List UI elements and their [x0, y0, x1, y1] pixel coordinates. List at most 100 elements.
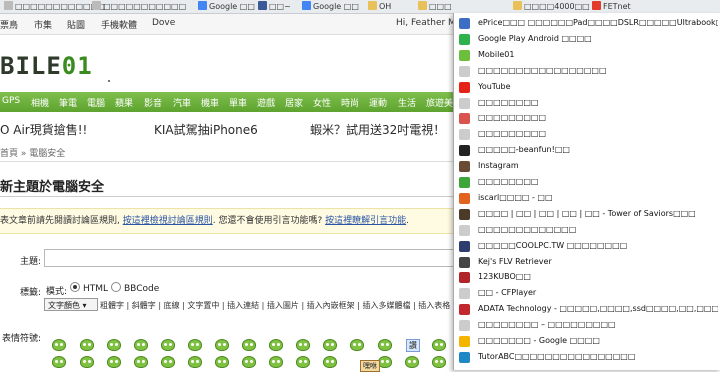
emoticons-label: 表情符號:	[2, 334, 42, 344]
dropdown-item-label: ePrice□□□ □□□□□□Pad□□□□DSLR□□□□□Ultraboo…	[478, 18, 718, 27]
emoticon-icon[interactable]	[242, 356, 256, 368]
subject-input[interactable]	[44, 249, 455, 267]
category-link[interactable]: 筆電	[59, 96, 77, 109]
category-link[interactable]: 蘋果	[115, 96, 133, 109]
emoticon-icon[interactable]	[161, 339, 175, 351]
emoticon-icon[interactable]	[107, 339, 121, 351]
emoticon-icon[interactable]	[188, 356, 202, 368]
category-link[interactable]: 單車	[229, 96, 247, 109]
category-link[interactable]: 時尚	[341, 96, 359, 109]
format-toolbar[interactable]: 粗體字 | 斜體字 | 底線 | 文字置中 | 插入連結 | 插入圖片 | 插入…	[100, 300, 456, 311]
dropdown-item-label: Kej's FLV Retriever	[478, 256, 552, 266]
emoticon-icon[interactable]	[52, 339, 66, 351]
emoticon-icon[interactable]	[323, 339, 337, 351]
bbcode-radio[interactable]	[111, 282, 121, 292]
adata-icon	[459, 304, 470, 316]
category-link[interactable]: 居家	[285, 96, 303, 109]
youtube-icon	[459, 81, 470, 93]
topnav-item[interactable]: 票鳥	[0, 18, 18, 31]
category-link[interactable]: 電腦	[87, 96, 105, 109]
category-link[interactable]: 影音	[144, 96, 162, 109]
bookmark-item[interactable]: □□□□□□□□□□□	[92, 1, 186, 12]
bookmark-item[interactable]: OH	[368, 1, 391, 12]
emoticon-icon[interactable]	[269, 356, 283, 368]
page-icon	[92, 1, 101, 10]
emoticon-icon[interactable]	[80, 356, 94, 368]
emoticon-icon[interactable]	[296, 339, 310, 351]
notice-text: . 您還不會使用引言功能嗎?	[212, 216, 326, 226]
category-link[interactable]: 旅遊美	[426, 96, 453, 109]
topnav-item[interactable]: 貼圖	[67, 18, 85, 31]
category-link[interactable]: 女性	[313, 96, 331, 109]
dropdown-item-label: 123KUBO□□	[478, 272, 531, 282]
bookmark-item[interactable]: □□□□□□□□□□□□	[4, 1, 106, 12]
html-radio[interactable]	[70, 282, 80, 292]
promo-link[interactable]: KIA試駕抽iPhone6	[154, 121, 258, 138]
emoticon-tag[interactable]: 嘿咻	[360, 360, 380, 372]
notice-text: 表文章前請先閱讀討論區規則,	[0, 216, 123, 226]
emoticon-icon[interactable]	[107, 356, 121, 368]
category-link[interactable]: 運動	[369, 96, 387, 109]
page-icon	[459, 224, 470, 236]
emoticon-tag[interactable]: 讚	[406, 339, 420, 352]
category-link[interactable]: 機車	[201, 96, 219, 109]
dropdown-bookmark-item[interactable]: TutorABC□□□□□□□□□□□□□□□□	[454, 347, 720, 368]
promo-link[interactable]: O Air現貨搶售!!	[0, 121, 87, 138]
topnav-item[interactable]: 市集	[34, 18, 52, 31]
topnav-item[interactable]: Dove	[152, 18, 175, 28]
emoticon-icon[interactable]	[405, 356, 419, 368]
emoticon-icon[interactable]	[269, 339, 283, 351]
dropdown-item-label: □□□□□COOLPC.TW □□□□□□□□	[478, 240, 628, 250]
decorative-dot	[108, 80, 110, 82]
facebook-icon	[258, 1, 267, 10]
emoticon-icon[interactable]	[432, 339, 446, 351]
site-logo[interactable]: BILE01	[0, 52, 93, 80]
text-color-select[interactable]: 文字顏色 ▾	[44, 298, 98, 311]
bookmark-item[interactable]: □□□□4000□□	[513, 1, 590, 12]
emoticon-icon[interactable]	[52, 356, 66, 368]
bookmark-item[interactable]: FETnet	[592, 1, 631, 12]
emoticon-icon[interactable]	[350, 339, 364, 351]
emoticon-icon[interactable]	[188, 339, 202, 351]
instagram-icon	[459, 161, 470, 173]
emoticon-icon[interactable]	[161, 356, 175, 368]
topnav-item[interactable]: 手機軟體	[101, 18, 137, 31]
folder-icon	[418, 1, 427, 10]
quote-help-link[interactable]: 按這裡瞭解引言功能	[325, 216, 406, 226]
colorful-icon	[459, 113, 470, 125]
emoticon-icon[interactable]	[432, 356, 446, 368]
category-link[interactable]: 汽車	[173, 96, 191, 109]
google-play-icon	[459, 33, 470, 45]
bookmark-item[interactable]: □□~	[258, 1, 291, 12]
emoticon-icon[interactable]	[242, 339, 256, 351]
category-link[interactable]: 相機	[31, 96, 49, 109]
google-icon	[198, 1, 207, 10]
category-link[interactable]: GPS	[2, 96, 20, 106]
bbcode-radio-label: BBCode	[124, 284, 160, 294]
emoticon-icon[interactable]	[296, 356, 310, 368]
dropdown-item-label: □□□□□□□ - Google □□□□	[478, 336, 600, 345]
emoticon-icon[interactable]	[215, 356, 229, 368]
dropdown-item-label: □□□□□-beanfun!□□	[478, 145, 570, 155]
category-link[interactable]: 遊戲	[257, 96, 275, 109]
emoticon-icon[interactable]	[215, 339, 229, 351]
flag-icon	[592, 1, 601, 10]
emoticon-icon[interactable]	[134, 356, 148, 368]
dropdown-item-label: ADATA Technology - □□□□□,□□□□,ssd□□□□,□□…	[478, 304, 718, 314]
emoticon-icon[interactable]	[80, 339, 94, 351]
promo-link[interactable]: 蝦米？試用送32吋電視！	[310, 121, 445, 138]
emoticon-icon[interactable]	[378, 339, 392, 351]
subject-label: 主題:	[20, 257, 42, 267]
bookmark-item[interactable]: Google □□	[198, 1, 255, 12]
dropdown-item-label: □□□□□□□□□	[478, 129, 547, 139]
emoticon-icon[interactable]	[323, 356, 337, 368]
divider	[0, 196, 455, 197]
emoticon-icon[interactable]	[378, 356, 392, 368]
bookmark-item[interactable]: □□□	[418, 1, 452, 12]
dropdown-item-label: Mobile01	[478, 49, 515, 59]
emoticon-icon[interactable]	[134, 339, 148, 351]
category-link[interactable]: 生活	[398, 96, 416, 109]
bookmark-item[interactable]: Google □□	[302, 1, 359, 12]
breadcrumb[interactable]: 首頁 » 電腦安全	[0, 146, 65, 159]
rules-link[interactable]: 按這裡檢視討論區規則	[123, 216, 213, 226]
